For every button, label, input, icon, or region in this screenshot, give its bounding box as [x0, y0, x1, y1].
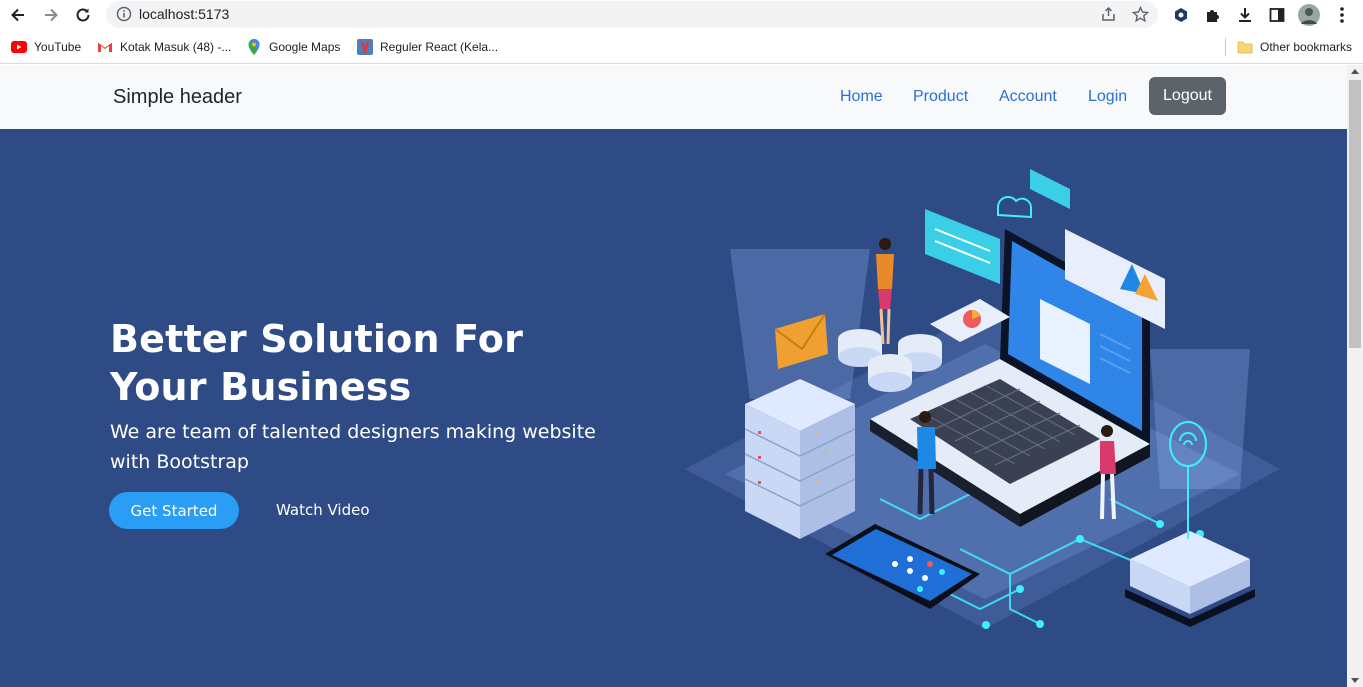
watch-video-link[interactable]: Watch Video	[276, 501, 370, 519]
bookmark-label: YouTube	[34, 40, 82, 54]
bookmark-youtube[interactable]: YouTube	[11, 38, 81, 56]
info-icon[interactable]	[116, 6, 132, 27]
brand-title[interactable]: Simple header	[113, 86, 242, 109]
other-bookmarks[interactable]: Other bookmarks	[1237, 38, 1352, 56]
nav-link-product[interactable]: Product	[913, 88, 968, 106]
url-text[interactable]: localhost:5173	[139, 6, 229, 22]
get-started-button[interactable]: Get Started	[109, 492, 239, 529]
site-header: Simple header Home Product Account Login…	[0, 65, 1347, 129]
scroll-up-arrow-icon[interactable]	[1351, 69, 1359, 74]
hero-section: Better Solution For Your Business We are…	[0, 129, 1347, 687]
side-panel-icon[interactable]	[1265, 3, 1289, 27]
bookmarks-divider	[1225, 38, 1226, 56]
gmail-icon	[97, 39, 113, 55]
page-viewport: Simple header Home Product Account Login…	[0, 65, 1347, 687]
extension-hexagon-icon[interactable]	[1169, 3, 1193, 27]
maps-icon	[246, 39, 262, 55]
star-icon[interactable]	[1131, 5, 1150, 28]
back-arrow-icon[interactable]	[6, 3, 30, 27]
share-icon[interactable]	[1100, 6, 1117, 28]
folder-icon	[1237, 39, 1253, 55]
scroll-down-arrow-icon[interactable]	[1351, 678, 1359, 683]
logout-button[interactable]: Logout	[1149, 77, 1226, 115]
hero-illustration	[685, 169, 1280, 629]
bookmark-label: Kotak Masuk (48) -...	[120, 40, 232, 54]
other-bookmarks-label: Other bookmarks	[1260, 40, 1353, 54]
browser-toolbar: localhost:5173	[0, 0, 1363, 30]
menu-kebab-icon[interactable]	[1330, 3, 1354, 27]
scrollbar-thumb[interactable]	[1349, 80, 1361, 348]
nav-link-login[interactable]: Login	[1088, 88, 1127, 106]
hero-title: Better Solution For Your Business	[110, 317, 524, 409]
bookmark-reguler-react[interactable]: Reguler React (Kela...	[357, 38, 498, 56]
address-bar[interactable]: localhost:5173	[106, 1, 1158, 28]
bookmark-label: Reguler React (Kela...	[380, 40, 499, 54]
bookmarks-bar: YouTube Kotak Masuk (48) -... Google Map…	[0, 30, 1363, 64]
hero-subtitle: We are team of talented designers making…	[110, 421, 596, 473]
reload-icon[interactable]	[71, 3, 95, 27]
profile-avatar[interactable]	[1297, 3, 1321, 27]
bookmark-label: Google Maps	[269, 40, 341, 54]
download-icon[interactable]	[1233, 3, 1257, 27]
forward-arrow-icon[interactable]	[39, 3, 63, 27]
puzzle-extensions-icon[interactable]	[1201, 3, 1225, 27]
youtube-icon	[11, 39, 27, 55]
bookmark-gmail[interactable]: Kotak Masuk (48) -...	[97, 38, 231, 56]
nav-link-home[interactable]: Home	[840, 88, 883, 106]
bookmark-favicon-icon	[357, 39, 373, 55]
page-scrollbar[interactable]	[1347, 65, 1363, 687]
bookmark-google-maps[interactable]: Google Maps	[246, 38, 340, 56]
nav-link-account[interactable]: Account	[999, 88, 1057, 106]
